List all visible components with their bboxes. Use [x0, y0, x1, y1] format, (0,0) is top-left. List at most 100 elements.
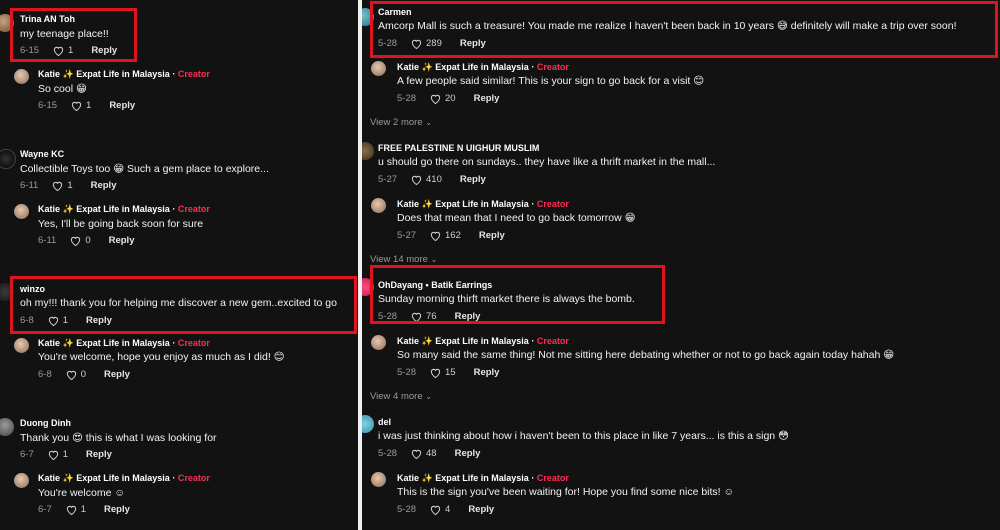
- highlight-box: [10, 8, 137, 62]
- avatar[interactable]: [371, 335, 386, 350]
- reply-meta: 6-15 1 Reply: [38, 100, 135, 111]
- heart-outline-icon[interactable]: [66, 370, 77, 380]
- creator-badge: Creator: [177, 69, 210, 79]
- reply-button[interactable]: Reply: [104, 369, 130, 380]
- reply-button[interactable]: Reply: [474, 93, 500, 104]
- avatar[interactable]: [371, 61, 386, 76]
- like-count: 1: [86, 100, 92, 111]
- reply-author[interactable]: Katie ✨ Expat Life in Malaysia · Creator: [38, 204, 210, 215]
- reply-button[interactable]: Reply: [86, 449, 112, 460]
- reply-author[interactable]: Katie ✨ Expat Life in Malaysia · Creator: [397, 473, 569, 484]
- comment-date: 6-11: [20, 180, 39, 191]
- separator-dot: ·: [172, 204, 176, 214]
- reply-button[interactable]: Reply: [468, 504, 494, 515]
- comment-date: 5-28: [397, 367, 417, 378]
- heart-outline-icon[interactable]: [430, 505, 441, 515]
- separator-dot: ·: [172, 473, 176, 483]
- avatar[interactable]: [362, 142, 374, 160]
- reply-button[interactable]: Reply: [455, 448, 481, 459]
- avatar[interactable]: [362, 415, 374, 433]
- reply-button[interactable]: Reply: [460, 174, 486, 185]
- sparkle-icon: ✨: [62, 338, 74, 348]
- comment-date: 6-8: [38, 369, 52, 380]
- highlight-box: [370, 1, 998, 58]
- highlight-box: [10, 276, 357, 334]
- separator-dot: ·: [531, 62, 535, 72]
- avatar[interactable]: [14, 473, 29, 488]
- heart-outline-icon[interactable]: [411, 175, 422, 185]
- comment-date: 5-28: [378, 448, 398, 459]
- reply-text: Does that mean that I need to go back to…: [397, 212, 636, 224]
- heart-outline-icon[interactable]: [66, 505, 77, 515]
- author-tagline: Expat Life in Malaysia: [76, 338, 170, 348]
- heart-outline-icon[interactable]: [71, 101, 82, 111]
- reply-button[interactable]: Reply: [109, 100, 135, 111]
- view-more-replies[interactable]: View 14 more ⌄: [370, 254, 437, 265]
- reply-author[interactable]: Katie ✨ Expat Life in Malaysia · Creator: [38, 338, 210, 349]
- author-name: Katie: [397, 473, 420, 483]
- view-more-replies[interactable]: View 2 more ⌄: [370, 117, 432, 128]
- author-name: Katie: [38, 473, 61, 483]
- comment-date: 6-11: [38, 235, 57, 246]
- author-name: Katie: [397, 62, 420, 72]
- chevron-down-icon: ⌄: [425, 118, 432, 127]
- author-name: Katie: [397, 199, 420, 209]
- author-tagline: Expat Life in Malaysia: [76, 204, 170, 214]
- creator-badge: Creator: [536, 336, 569, 346]
- heart-outline-icon[interactable]: [430, 368, 441, 378]
- author-name: Katie: [38, 69, 61, 79]
- chevron-down-icon: ⌄: [430, 255, 438, 264]
- heart-outline-icon[interactable]: [430, 231, 441, 241]
- reply-button[interactable]: Reply: [91, 180, 117, 191]
- comment-author[interactable]: del: [378, 417, 391, 427]
- reply-meta: 5-27 162 Reply: [397, 230, 505, 241]
- reply-button[interactable]: Reply: [109, 235, 135, 246]
- avatar[interactable]: [0, 418, 14, 436]
- heart-outline-icon[interactable]: [411, 449, 422, 459]
- avatar[interactable]: [14, 69, 29, 84]
- separator-dot: ·: [531, 473, 535, 483]
- comment-author[interactable]: FREE PALESTINE N UIGHUR MUSLIM: [378, 143, 539, 153]
- avatar[interactable]: [0, 149, 16, 169]
- reply-text: So many said the same thing! Not me sitt…: [397, 349, 895, 361]
- reply-author[interactable]: Katie ✨ Expat Life in Malaysia · Creator: [397, 336, 569, 347]
- comments-panel-left: Trina AN Toh my teenage place!! 6-15 1 R…: [0, 0, 358, 530]
- reply-text: You're welcome ☺: [38, 487, 126, 499]
- author-tagline: Expat Life in Malaysia: [435, 336, 529, 346]
- like-count: 20: [445, 93, 456, 104]
- sparkle-icon: ✨: [62, 473, 74, 483]
- comment-text: u should go there on sundays.. they have…: [378, 156, 716, 168]
- reply-meta: 6-7 1 Reply: [38, 504, 130, 515]
- reply-author[interactable]: Katie ✨ Expat Life in Malaysia · Creator: [397, 199, 569, 210]
- avatar[interactable]: [14, 338, 29, 353]
- avatar[interactable]: [371, 472, 386, 487]
- reply-button[interactable]: Reply: [104, 504, 130, 515]
- author-tagline: Expat Life in Malaysia: [435, 199, 529, 209]
- like-count: 15: [445, 367, 456, 378]
- view-more-replies[interactable]: View 4 more ⌄: [370, 391, 432, 402]
- heart-outline-icon[interactable]: [48, 450, 59, 460]
- comment-text: i was just thinking about how i haven't …: [378, 430, 790, 442]
- comment-author[interactable]: Duong Dinh: [20, 418, 71, 428]
- reply-author[interactable]: Katie ✨ Expat Life in Malaysia · Creator: [38, 473, 210, 484]
- avatar[interactable]: [371, 198, 386, 213]
- avatar[interactable]: [14, 204, 29, 219]
- like-count: 410: [426, 174, 442, 185]
- reply-text: You're welcome, hope you enjoy as much a…: [38, 351, 285, 363]
- heart-outline-icon[interactable]: [70, 236, 81, 246]
- reply-author[interactable]: Katie ✨ Expat Life in Malaysia · Creator: [397, 62, 569, 73]
- creator-badge: Creator: [536, 199, 569, 209]
- comment-date: 5-28: [397, 93, 417, 104]
- separator-dot: ·: [531, 336, 535, 346]
- like-count: 1: [80, 504, 87, 515]
- heart-outline-icon[interactable]: [52, 181, 63, 191]
- heart-outline-icon[interactable]: [430, 94, 441, 104]
- comment-meta: 5-28 48 Reply: [378, 448, 480, 459]
- comment-date: 5-27: [378, 174, 398, 185]
- reply-button[interactable]: Reply: [479, 230, 505, 241]
- reply-button[interactable]: Reply: [474, 367, 500, 378]
- separator-dot: ·: [172, 338, 176, 348]
- sparkle-icon: ✨: [62, 204, 74, 214]
- reply-author[interactable]: Katie ✨ Expat Life in Malaysia · Creator: [38, 69, 210, 80]
- comment-author[interactable]: Wayne KC: [20, 149, 64, 159]
